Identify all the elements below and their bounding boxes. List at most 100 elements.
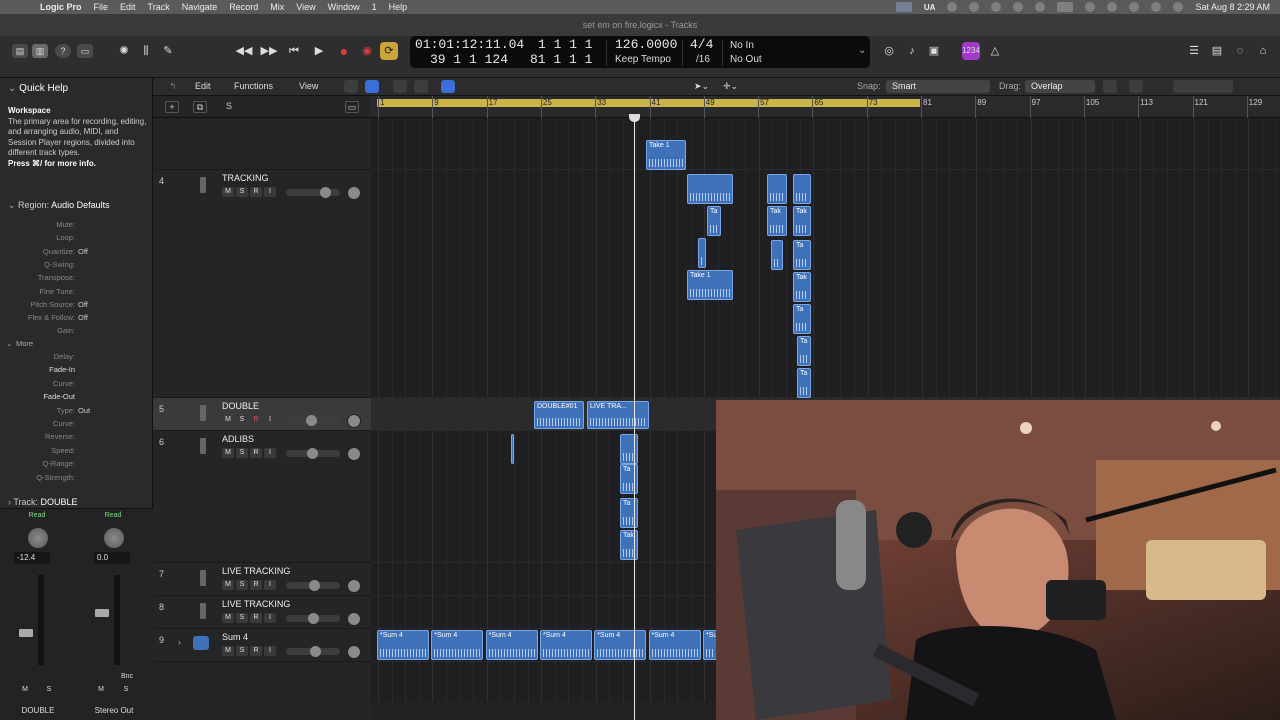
browser-icon[interactable]: ⌂ [1254,42,1272,60]
lcd-out[interactable]: No Out [730,54,762,65]
bar-ruler[interactable]: 1 9 17 25 33 41 49 57 65 73 81 89 97 105 113 121 129 [371,96,1280,118]
region-param[interactable]: Q-Swing: [0,258,153,271]
audio-region[interactable]: Tak [620,530,638,560]
rewind-button[interactable]: ◀◀ [235,42,253,60]
more-param[interactable]: Fade-Out [0,390,153,403]
menu-file[interactable]: File [94,2,109,12]
audio-region[interactable]: *Su [703,630,717,660]
view-menu[interactable]: View [299,81,318,91]
volume-knob[interactable] [309,580,320,591]
siri-icon[interactable] [1173,2,1184,12]
track-height-icon[interactable] [1173,80,1233,93]
mute-button[interactable]: M [222,646,234,656]
list-icon[interactable]: ☰ [1185,42,1203,60]
menu-record[interactable]: Record [229,2,258,12]
track-header[interactable]: 5 DOUBLE M S R I [153,398,371,431]
more-param[interactable]: Q-Range: [0,457,153,470]
more-param[interactable]: Q-Strength: [0,471,153,484]
pan-knob[interactable] [347,414,361,428]
status-icon-3[interactable] [1013,2,1024,12]
menu-edit[interactable]: Edit [120,2,136,12]
track-lane[interactable] [371,118,1280,170]
menu-navigate[interactable]: Navigate [182,2,218,12]
playhead[interactable] [634,118,635,720]
track-header[interactable]: 7 LIVE TRACKING M S R I [153,563,371,596]
strip1-automation[interactable]: Read [17,512,57,519]
track-header[interactable]: 9 Sum 4 M S R I › [153,629,371,662]
audio-region[interactable]: Ta [797,336,811,366]
mute-button[interactable]: M [222,415,234,425]
solo-button[interactable]: S [236,415,248,425]
more-param[interactable]: Reverse: [0,430,153,443]
strip1-mute-button[interactable]: M [19,685,31,695]
pan-knob[interactable] [347,579,361,593]
region-param[interactable]: Loop: [0,231,153,244]
global-solo-button[interactable]: S [222,101,236,113]
menu-1[interactable]: 1 [372,2,377,12]
audio-region[interactable]: Ta [620,464,638,494]
audio-region[interactable]: Ta [620,498,638,528]
track-name[interactable]: LIVE TRACKING [222,599,290,609]
audio-region[interactable]: Take 1 [646,140,686,170]
battery-icon[interactable] [1057,2,1074,12]
menubar-clock[interactable]: Sat Aug 8 2:29 AM [1195,2,1270,12]
audio-region[interactable]: *Sum 4 [594,630,647,660]
record-enable-button[interactable]: R [250,613,262,623]
mute-button[interactable]: M [222,448,234,458]
quick-help-header[interactable]: ⌄ Quick Help [8,83,68,94]
audio-region[interactable] [793,174,811,204]
input-monitor-button[interactable]: I [264,646,276,656]
volume-knob[interactable] [308,613,319,624]
more-param[interactable]: Fade-In [0,363,153,376]
mute-button[interactable]: M [222,580,234,590]
back-icon[interactable]: ↰ [169,81,177,92]
toolbar-button[interactable]: ▭ [77,44,93,58]
region-param[interactable]: Mute: [0,218,153,231]
strip1-volume[interactable]: -12.4 [14,552,50,564]
status-icon-4[interactable] [1035,2,1046,12]
track-volume-slider[interactable] [286,415,340,426]
track-name[interactable]: LIVE TRACKING [222,566,290,576]
menu-view[interactable]: View [296,2,315,12]
input-monitor-button[interactable]: I [264,187,276,197]
mute-button[interactable]: M [222,187,234,197]
audio-region[interactable] [687,174,733,204]
strip2-fader[interactable] [95,609,109,617]
functions-menu[interactable]: Functions [234,81,273,91]
wifi-icon[interactable] [1107,2,1118,12]
status-icon-5[interactable] [1085,2,1096,12]
menu-window[interactable]: Window [328,2,360,12]
pan-knob[interactable] [347,645,361,659]
menu-track[interactable]: Track [148,2,170,12]
track-header[interactable]: 6 ADLIBS M S R I [153,431,371,563]
duplicate-track-button[interactable]: ⧉ [193,101,207,113]
audio-region[interactable]: Tak [793,272,811,302]
audio-region[interactable]: Take 1 [687,270,733,300]
audio-region[interactable]: *Sum 4 [539,630,592,660]
track-inspector-header[interactable]: › Track: DOUBLE [8,497,78,507]
drag-select[interactable]: Overlap [1025,80,1095,93]
region-param[interactable]: Fine Tune: [0,285,153,298]
region-inspector-header[interactable]: ⌄ Region: Audio Defaults [8,200,110,211]
play-button[interactable]: ▶ [310,42,328,60]
track-volume-slider[interactable] [286,187,340,198]
mixer-icon[interactable]: ⫼ [137,42,155,60]
add-track-button[interactable]: + [165,101,179,113]
audio-region[interactable]: DOUBLE#01 [534,401,584,429]
region-param[interactable]: Pitch Source: Off [0,298,153,311]
audio-region[interactable]: Ta [797,368,811,398]
screen-icon[interactable] [895,2,912,12]
ua-status[interactable]: UA [924,3,936,12]
bluetooth-icon[interactable] [991,2,1002,12]
region-param[interactable]: Gain: [0,324,153,337]
pan-knob[interactable] [347,447,361,461]
record-enable-button[interactable]: R [250,415,262,425]
pan-knob[interactable] [347,612,361,626]
audio-region[interactable]: *Sum 4 [431,630,484,660]
list-editors-icon[interactable]: ◎ [880,42,898,60]
lcd-display[interactable]: 01:01:12:11.04 1 1 1 1 39 1 1 124 81 1 1… [410,36,870,68]
replace-record-button[interactable]: ◉ [358,42,376,60]
record-enable-button[interactable]: R [250,580,262,590]
record-enable-button[interactable]: R [250,448,262,458]
track-header[interactable]: 4 TRACKING M S R I [153,170,371,398]
